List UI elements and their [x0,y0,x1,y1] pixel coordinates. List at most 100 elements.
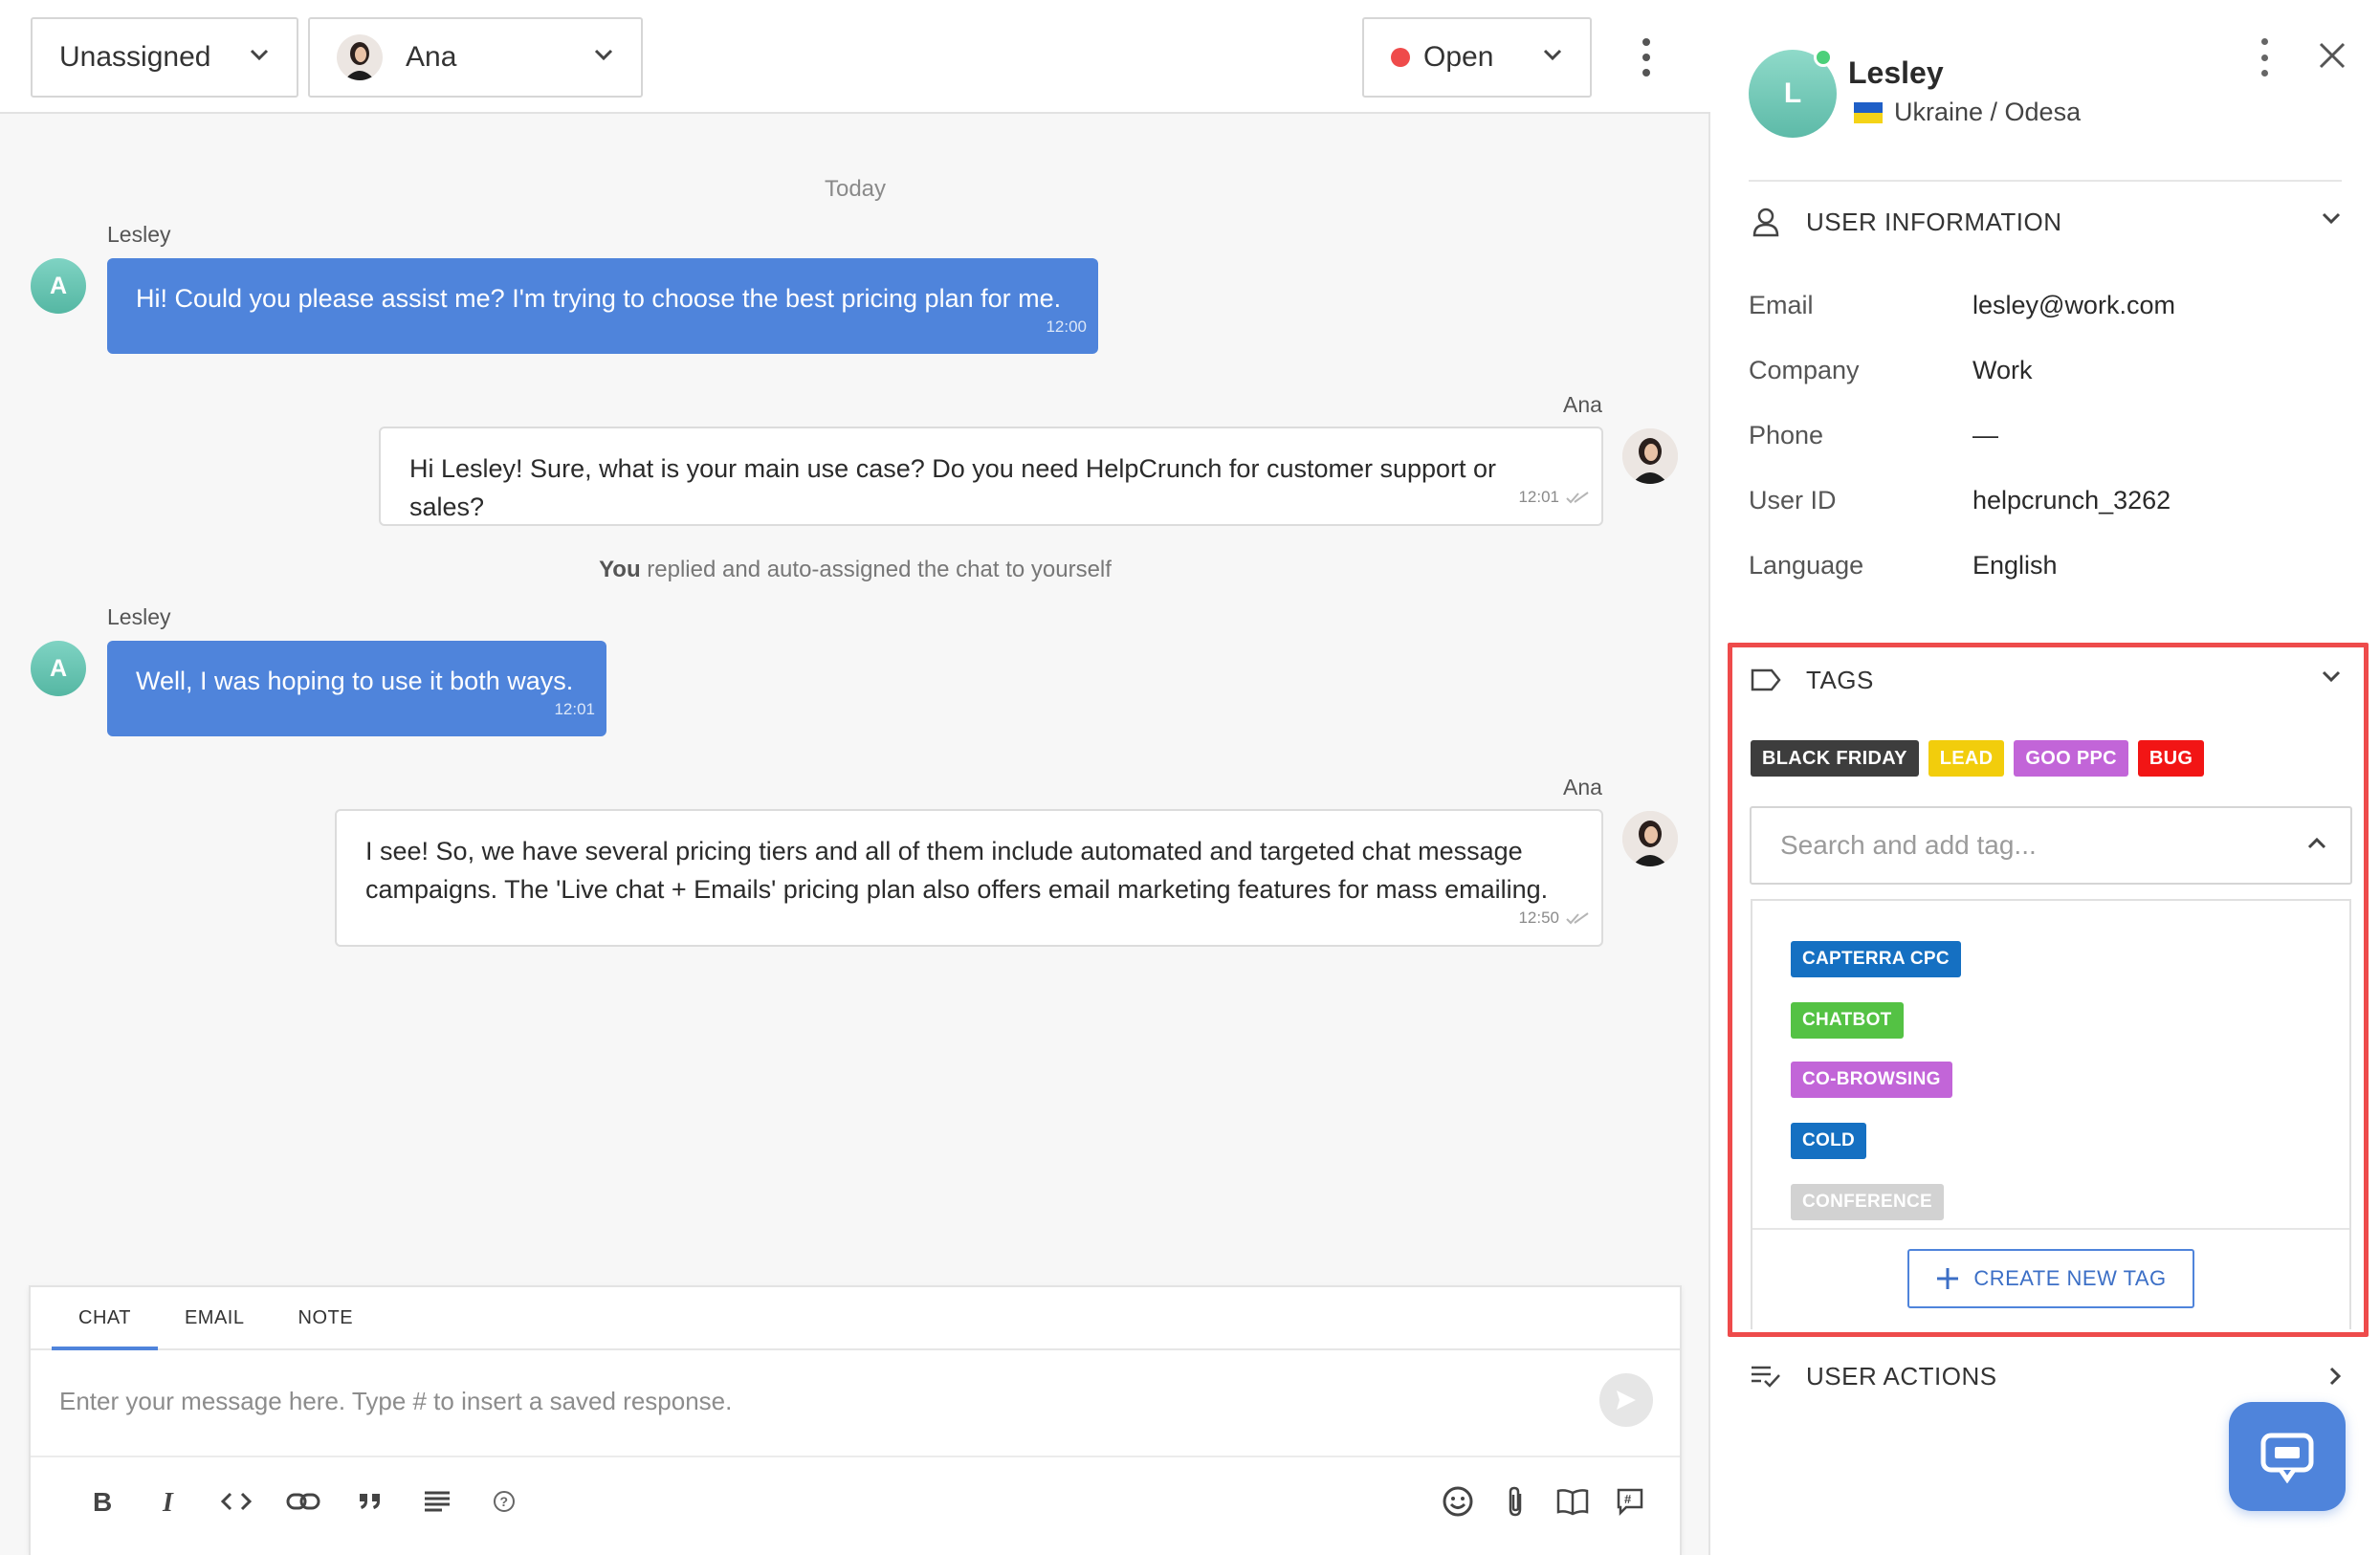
formatting-toolbar: B I ? [69,1478,538,1524]
tab-note[interactable]: NOTE [272,1287,381,1348]
status-dot [1391,48,1410,67]
message-bubble-outgoing: Hi Lesley! Sure, what is your main use c… [379,427,1603,526]
message-sender: Ana [1563,392,1602,417]
svg-text:?: ? [500,1494,509,1509]
plus-icon [1937,1268,1959,1289]
applied-tag[interactable]: LEAD [1928,740,2005,777]
tag-search-input[interactable]: Search and add tag... [1750,806,2352,885]
send-icon [1617,1391,1636,1410]
day-separator: Today [824,176,887,202]
user-actions-header[interactable]: USER ACTIONS [1749,1352,2342,1400]
tab-email[interactable]: EMAIL [158,1287,272,1348]
message-sender: Ana [1563,775,1602,799]
divider [1749,180,2342,182]
saved-response-icon: # [1617,1488,1643,1517]
info-label: Language [1749,551,1864,580]
more-options-button[interactable] [1630,33,1663,82]
message-text-line: I see! So, we have several pricing tiers… [365,837,1523,865]
align-button[interactable] [404,1478,471,1524]
panel-more-button[interactable] [2250,38,2279,77]
saved-responses-button[interactable]: # [1601,1478,1659,1524]
info-value[interactable]: Work [1972,356,2033,385]
chevron-up-icon[interactable] [2306,837,2327,850]
applied-tag[interactable]: BUG [2137,740,2205,777]
tag-option[interactable]: CO-BROWSING [1791,1062,1952,1098]
message-composer: CHAT EMAIL NOTE Enter your message here.… [29,1285,1682,1555]
chat-bubble-icon [2260,1433,2314,1483]
customer-avatar: A [31,641,86,696]
message-sender: Lesley [107,222,171,247]
system-note-text: replied and auto-assigned the chat to yo… [640,557,1112,582]
online-status-dot [1814,48,1833,67]
assignee-dropdown-label: Unassigned [59,41,211,73]
applied-tag[interactable]: BLACK FRIDAY [1751,740,1919,777]
divider [1752,1228,2349,1230]
user-information-header[interactable]: USER INFORMATION [1749,198,2342,246]
tag-option[interactable]: CONFERENCE [1791,1184,1945,1220]
customer-location: Ukraine / Odesa [1854,98,2081,127]
user-information-title: USER INFORMATION [1806,207,2062,236]
code-button[interactable] [203,1478,270,1524]
agent-dropdown[interactable]: Ana [308,17,643,98]
assignee-dropdown[interactable]: Unassigned [31,17,298,98]
info-label: Company [1749,356,1860,384]
quote-button[interactable] [337,1478,404,1524]
close-icon[interactable] [2313,36,2351,75]
message-text: Hi Lesley! Sure, what is your main use c… [409,454,1497,521]
double-check-icon [1566,492,1589,504]
align-left-icon [425,1491,450,1512]
info-label: Email [1749,291,1814,319]
applied-tag[interactable]: GOO PPC [2014,740,2128,777]
create-new-tag-label: CREATE NEW TAG [1973,1266,2167,1290]
attach-button[interactable] [1487,1478,1544,1524]
tab-chat[interactable]: CHAT [52,1287,158,1350]
message-bubble-outgoing: I see! So, we have several pricing tiers… [335,809,1603,947]
customer-avatar: A [31,258,86,314]
system-note-actor: You [599,557,641,582]
customer-location-text: Ukraine / Odesa [1894,98,2082,126]
send-button[interactable] [1599,1373,1653,1427]
agent-avatar [337,34,383,80]
tag-option[interactable]: CAPTERRA CPC [1791,941,1961,977]
svg-text:B: B [93,1487,112,1516]
ukraine-flag-icon [1854,101,1883,123]
double-check-icon [1566,912,1589,925]
bold-button[interactable]: B [69,1478,136,1524]
status-dropdown[interactable]: Open [1362,17,1592,98]
user-icon [1749,207,1783,237]
emoji-button[interactable] [1429,1478,1487,1524]
info-value[interactable]: helpcrunch_3262 [1972,486,2171,515]
message-time: 12:01 [1518,488,1559,506]
agent-avatar [1622,811,1678,866]
message-time: 12:00 [1046,318,1087,336]
link-button[interactable] [270,1478,337,1524]
message-bubble-incoming: Hi! Could you please assist me? I'm tryi… [107,258,1098,354]
chat-widget-button[interactable] [2229,1402,2346,1511]
italic-button[interactable]: I [136,1478,203,1524]
tag-options-dropdown: CAPTERRA CPC CHATBOT CO-BROWSING COLD CO… [1751,899,2351,1329]
message-time: 12:01 [554,700,595,718]
help-icon: ? [494,1491,515,1512]
checklist-icon [1749,1364,1783,1389]
svg-text:#: # [1624,1492,1632,1506]
chevron-right-icon [2329,1367,2342,1386]
agent-avatar [1622,428,1678,484]
tag-option[interactable]: CHATBOT [1791,1002,1904,1039]
applied-tags: BLACK FRIDAY LEAD GOO PPC BUG [1751,740,2205,777]
chat-header: Unassigned Ana Open [0,0,1710,114]
message-sender: Lesley [107,604,171,629]
chevron-down-icon [250,49,269,61]
create-new-tag-button[interactable]: CREATE NEW TAG [1907,1249,2194,1308]
customer-name: Lesley [1848,55,1944,90]
message-input[interactable]: Enter your message here. Type # to inser… [59,1387,732,1416]
help-button[interactable]: ? [471,1478,538,1524]
link-icon [286,1493,320,1510]
composer-tabs: CHAT EMAIL NOTE [31,1287,1680,1350]
info-value[interactable]: English [1972,551,2058,580]
message-text: Well, I was hoping to use it both ways. [136,667,574,695]
info-value[interactable]: — [1972,421,1998,450]
info-value[interactable]: lesley@work.com [1972,291,2175,320]
tag-option[interactable]: COLD [1791,1123,1867,1159]
knowledge-base-button[interactable] [1544,1478,1601,1524]
quote-icon [360,1494,380,1509]
